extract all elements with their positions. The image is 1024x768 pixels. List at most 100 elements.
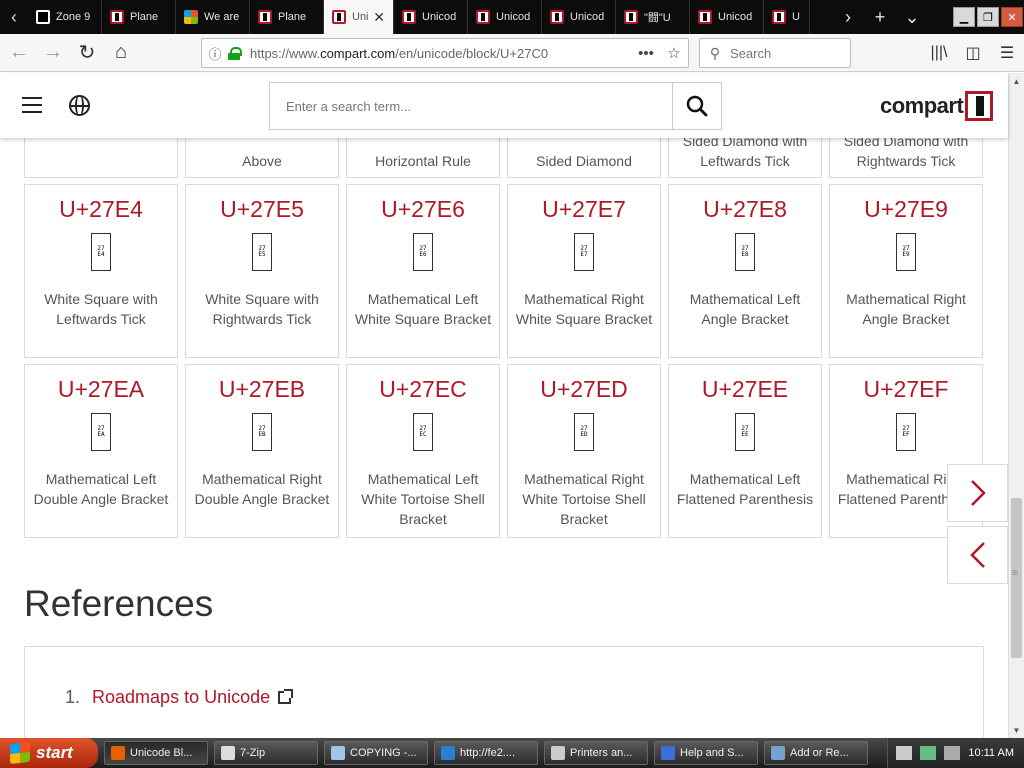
character-cell[interactable]: U+27E9 27 E9 Mathematical Right Angle Brack… bbox=[829, 184, 983, 358]
character-name: Mathematical Right Angle Bracket bbox=[846, 291, 966, 327]
browser-tab-label: Unicod bbox=[718, 11, 753, 23]
close-tab-icon[interactable]: ✕ bbox=[373, 9, 385, 26]
language-globe-icon[interactable] bbox=[69, 95, 90, 116]
character-cell[interactable]: U+27EA 27 EA Mathematical Left Double Angle… bbox=[24, 364, 178, 538]
taskbar-task[interactable]: 7-Zip bbox=[214, 741, 318, 765]
browser-tab-label: Plane bbox=[278, 11, 307, 23]
character-cell[interactable]: Sided Diamond with Rightwards Tick bbox=[829, 138, 983, 178]
glyph-placeholder-icon: 27 E7 bbox=[574, 233, 594, 271]
close-window-button[interactable]: ✕ bbox=[1001, 7, 1023, 27]
character-cell[interactable]: Sided Diamond with Leftwards Tick bbox=[668, 138, 822, 178]
character-cell[interactable]: U+27EB 27 EB Mathematical Right Double Angl… bbox=[185, 364, 339, 538]
open-menu-icon[interactable]: ☰ bbox=[990, 43, 1024, 63]
forward-arrow-icon[interactable]: → bbox=[36, 38, 70, 68]
taskbar-task[interactable]: COPYING -... bbox=[324, 741, 428, 765]
character-cell[interactable]: U+27E6 27 E6 Mathematical Left White Square… bbox=[346, 184, 500, 358]
list-all-tabs-icon[interactable]: ⌄ bbox=[896, 7, 928, 28]
glyph-placeholder-icon: 27 E4 bbox=[91, 233, 111, 271]
minimize-window-button[interactable]: ▁ bbox=[953, 7, 975, 27]
volume-icon[interactable] bbox=[944, 746, 961, 760]
page-info-icon[interactable]: ⓘ bbox=[202, 44, 228, 63]
start-button[interactable]: start bbox=[0, 738, 98, 768]
browser-tab[interactable]: Uni ✕ bbox=[324, 0, 394, 34]
browser-tab[interactable]: Unicod bbox=[690, 0, 764, 34]
scroll-tabs-left-icon[interactable]: ‹ bbox=[0, 0, 28, 34]
character-name: Sided Diamond bbox=[536, 153, 632, 169]
url-text[interactable]: https://www.compart.com/en/unicode/block… bbox=[250, 46, 632, 61]
bookmark-star-icon[interactable]: ☆ bbox=[660, 44, 688, 62]
secure-lock-icon[interactable] bbox=[228, 46, 242, 60]
glyph-hex: 27 ED bbox=[580, 426, 587, 438]
character-cell[interactable]: U+27EC 27 EC Mathematical Left White Tortoi… bbox=[346, 364, 500, 538]
character-cell[interactable] bbox=[24, 138, 178, 178]
compart-logo[interactable]: compart bbox=[880, 91, 994, 121]
add-remove-icon bbox=[771, 746, 785, 760]
character-cell[interactable]: U+27E5 27 E5 White Square with Rightwards T… bbox=[185, 184, 339, 358]
new-tab-icon[interactable]: + bbox=[864, 7, 896, 28]
browser-tab[interactable]: "闘"U bbox=[616, 0, 690, 34]
home-icon[interactable]: ⌂ bbox=[104, 38, 138, 68]
browser-tab[interactable]: U bbox=[764, 0, 810, 34]
scrollbar-thumb[interactable] bbox=[1011, 498, 1022, 658]
glyph-hex-bottom: EA bbox=[97, 431, 105, 438]
scroll-tabs-right-icon[interactable]: › bbox=[832, 7, 864, 28]
character-cell[interactable]: U+27E7 27 E7 Mathematical Right White Squar… bbox=[507, 184, 661, 358]
scroll-up-icon[interactable]: ▲ bbox=[1009, 73, 1024, 89]
browser-tab[interactable]: Unicod bbox=[468, 0, 542, 34]
taskbar-task[interactable]: Add or Re... bbox=[764, 741, 868, 765]
browser-tab[interactable]: Unicod bbox=[542, 0, 616, 34]
references-heading: References bbox=[24, 583, 214, 624]
clock: 10:11 AM bbox=[968, 747, 1014, 759]
character-cell[interactable]: Horizontal Rule bbox=[346, 138, 500, 178]
taskbar-task[interactable]: Help and S... bbox=[654, 741, 758, 765]
site-search-button[interactable] bbox=[672, 83, 721, 129]
code-point: U+27E7 bbox=[542, 196, 626, 222]
restore-window-button[interactable]: ❐ bbox=[977, 7, 999, 27]
network-icon[interactable] bbox=[920, 746, 937, 760]
character-name: Mathematical Left White Tortoise Shell B… bbox=[361, 471, 485, 527]
browser-tab-label: Plane bbox=[130, 11, 159, 23]
reload-icon[interactable]: ↻ bbox=[70, 38, 104, 68]
compart-favicon-icon bbox=[402, 10, 416, 24]
browser-tab[interactable]: We are bbox=[176, 0, 250, 34]
character-cell[interactable]: U+27ED 27 ED Mathematical Right White Torto… bbox=[507, 364, 661, 538]
sidebar-icon[interactable]: ◫ bbox=[956, 43, 990, 63]
scroll-down-icon[interactable]: ▼ bbox=[1009, 722, 1024, 738]
site-search-input[interactable] bbox=[270, 83, 672, 129]
taskbar-task[interactable]: Unicode Bl... bbox=[104, 741, 208, 765]
browser-search-box[interactable]: ⚲ Search bbox=[699, 38, 851, 68]
system-tray: 10:11 AM bbox=[887, 738, 1024, 768]
glyph-placeholder-icon: 27 EF bbox=[896, 413, 916, 451]
taskbar-task-label: Help and S... bbox=[680, 747, 744, 759]
keyboard-icon[interactable] bbox=[896, 746, 913, 760]
character-cell[interactable]: U+27E4 27 E4 White Square with Leftwards Ti… bbox=[24, 184, 178, 358]
glyph-hex-bottom: EE bbox=[741, 431, 749, 438]
glyph-placeholder-icon: 27 ED bbox=[574, 413, 594, 451]
character-name: Mathematical Right White Tortoise Shell … bbox=[522, 471, 646, 527]
notepad-icon bbox=[331, 746, 345, 760]
character-cell[interactable]: U+27E8 27 E8 Mathematical Left Angle Bracke… bbox=[668, 184, 822, 358]
address-bar[interactable]: ⓘ https://www.compart.com/en/unicode/blo… bbox=[201, 38, 689, 68]
character-cell[interactable]: Above bbox=[185, 138, 339, 178]
character-cell[interactable]: U+27EE 27 EE Mathematical Left Flattened Pa… bbox=[668, 364, 822, 538]
character-cell[interactable]: Sided Diamond bbox=[507, 138, 661, 178]
7zip-icon bbox=[221, 746, 235, 760]
start-label: start bbox=[36, 743, 73, 762]
back-arrow-icon[interactable]: ← bbox=[2, 38, 36, 68]
browser-tab[interactable]: Zone 9 bbox=[28, 0, 102, 34]
taskbar-task[interactable]: Printers an... bbox=[544, 741, 648, 765]
next-page-button[interactable] bbox=[947, 464, 1008, 522]
browser-tab[interactable]: Unicod bbox=[394, 0, 468, 34]
page-actions-icon[interactable]: ••• bbox=[632, 45, 660, 62]
reference-link[interactable]: Roadmaps to Unicode bbox=[92, 687, 270, 708]
browser-tab[interactable]: Plane bbox=[250, 0, 324, 34]
taskbar-task[interactable]: http://fe2.... bbox=[434, 741, 538, 765]
windows-taskbar: start Unicode Bl... 7-Zip COPYING -... http… bbox=[0, 738, 1024, 768]
reference-number: 1. bbox=[65, 687, 81, 707]
page-scrollbar[interactable]: ▲ ▼ bbox=[1008, 73, 1024, 738]
site-menu-icon[interactable] bbox=[22, 97, 42, 113]
library-icon[interactable]: |||\ bbox=[922, 44, 956, 62]
browser-tab[interactable]: Plane bbox=[102, 0, 176, 34]
browser-tab-label: Unicod bbox=[422, 11, 457, 23]
previous-page-button[interactable] bbox=[947, 526, 1008, 584]
